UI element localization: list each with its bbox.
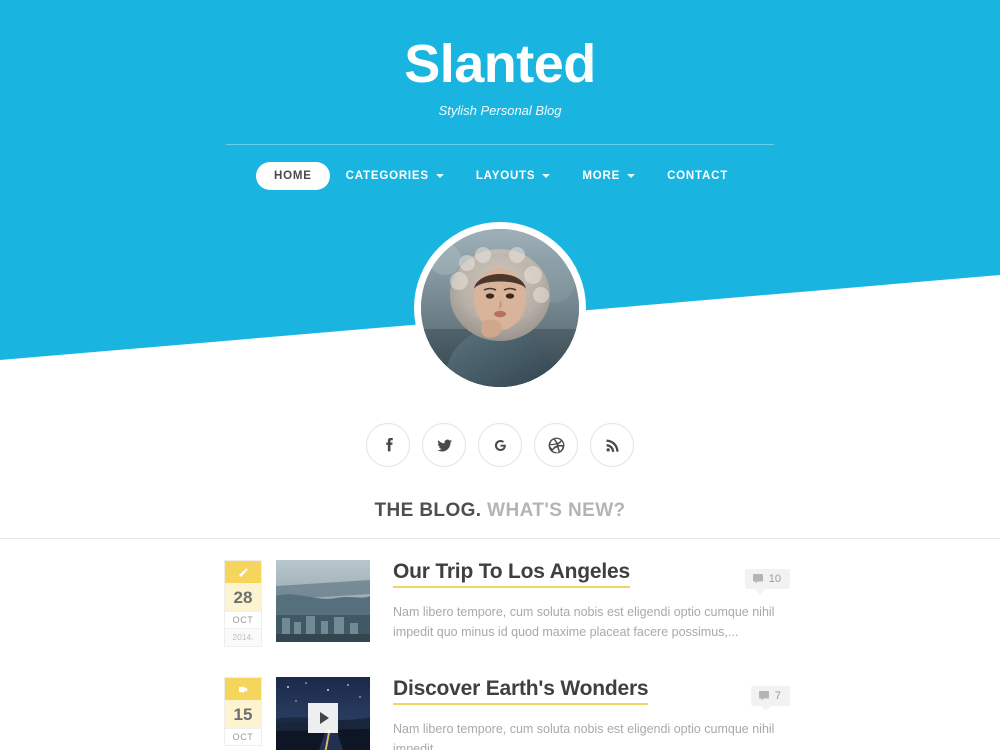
post-title[interactable]: Our Trip To Los Angeles [393,560,630,588]
dribbble-icon [548,437,564,453]
nav-item-label: CONTACT [667,169,729,182]
avatar-image [421,229,579,387]
post-date-badge: 15 OCT [224,677,262,746]
chevron-down-icon [627,174,636,179]
post-date-month: OCT [225,611,261,628]
section-divider [0,538,1000,539]
post-excerpt: Nam libero tempore, cum soluta nobis est… [393,722,775,750]
site-title: Slanted [404,34,596,94]
comment-icon [752,574,763,584]
chevron-down-icon [542,174,551,179]
page-root: Slanted Stylish Personal Blog HOME CATEG… [0,0,1000,750]
site-tagline: Stylish Personal Blog [438,102,562,118]
social-twitter-button[interactable] [422,423,466,467]
nav-item-label: CATEGORIES [345,169,429,182]
post-excerpt: Nam libero tempore, cum soluta nobis est… [393,605,775,639]
nav-item-label: MORE [582,169,621,182]
post-thumbnail[interactable] [276,677,370,750]
rss-icon [605,439,619,452]
nav-item-label: LAYOUTS [475,169,536,182]
nav-list: HOME CATEGORIES LAYOUTS MORE CONTACT [255,161,744,190]
post-date-month: OCT [225,728,261,745]
post-title[interactable]: Discover Earth's Wonders [393,677,649,705]
main-navigation: HOME CATEGORIES LAYOUTS MORE CONTACT [226,143,774,190]
nav-item-contact[interactable]: CONTACT [651,162,744,190]
nav-item-label: HOME [273,169,312,182]
post-item: 28 OCT 2014. Our Trip To Los Angeles Nam… [0,560,1000,677]
post-date-day: 15 [225,700,261,728]
section-title: THE BLOG. WHAT'S NEW? [0,500,1000,522]
avatar [414,222,586,394]
post-date-badge: 28 OCT 2014. [224,560,262,647]
twitter-icon [436,439,452,452]
chevron-down-icon [435,174,444,179]
comment-count-label: 7 [774,690,781,702]
comment-icon [758,691,769,701]
nav-item-more[interactable]: MORE [566,162,651,190]
play-icon[interactable] [308,703,338,733]
social-facebook-button[interactable] [366,423,410,467]
post-date-day: 28 [225,583,261,611]
post-content: Our Trip To Los Angeles Nam libero tempo… [393,560,1000,642]
nav-item-home[interactable]: HOME [255,161,330,190]
post-thumbnail[interactable] [276,560,370,642]
post-item: 15 OCT Discover Earth's Wonders Nam libe… [0,677,1000,750]
post-list: 28 OCT 2014. Our Trip To Los Angeles Nam… [0,560,1000,750]
video-icon [225,678,261,700]
post-comment-count[interactable]: 10 [744,569,790,594]
facebook-icon [385,437,393,451]
pencil-icon [225,561,261,583]
nav-item-categories[interactable]: CATEGORIES [330,162,460,190]
nav-item-layouts[interactable]: LAYOUTS [460,162,567,190]
social-rss-button[interactable] [590,423,634,467]
social-dribbble-button[interactable] [534,423,578,467]
post-content: Discover Earth's Wonders Nam libero temp… [393,677,1000,750]
social-google-plus-button[interactable] [478,423,522,467]
social-links [0,423,1000,467]
section-title-primary: THE BLOG. [374,500,482,521]
google-plus-icon [494,439,506,451]
comment-count-label: 10 [768,573,781,585]
post-date-year: 2014. [225,628,261,646]
post-comment-count[interactable]: 7 [750,686,790,711]
section-title-secondary: WHAT'S NEW? [487,500,626,521]
